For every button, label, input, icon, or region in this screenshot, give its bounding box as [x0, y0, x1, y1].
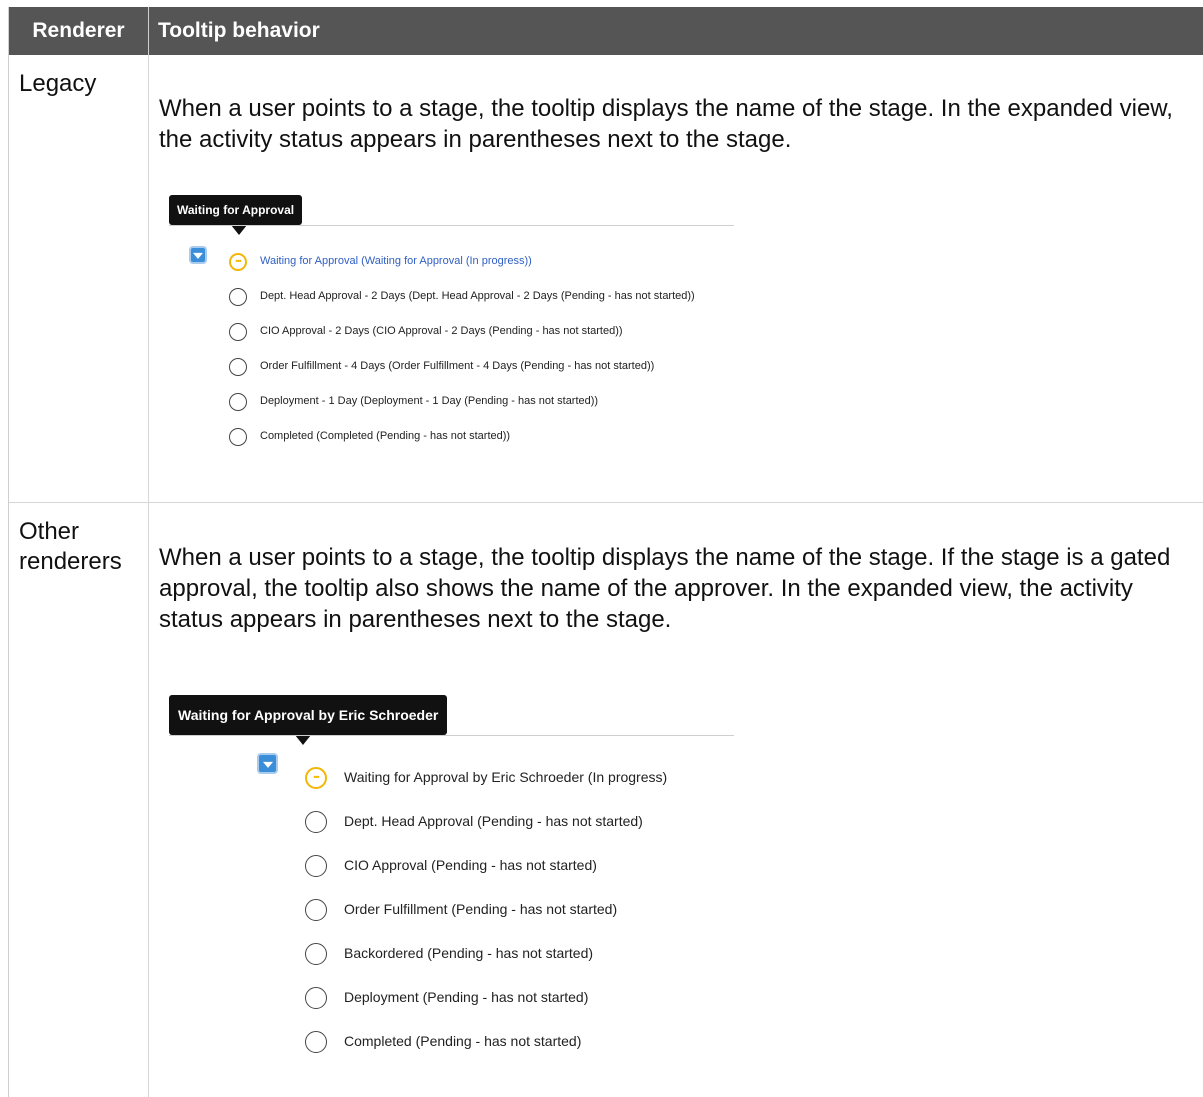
stage-label[interactable]: Order Fulfillment - 4 Days (Order Fulfil… [260, 360, 654, 372]
column-divider [148, 55, 149, 1097]
stage-in-progress-icon[interactable] [229, 253, 247, 271]
stage-label[interactable]: Completed (Completed (Pending - has not … [260, 430, 510, 442]
legacy-collapse-toggle[interactable] [191, 248, 205, 262]
legacy-description: When a user points to a stage, the toolt… [159, 95, 1173, 153]
renderer-other-line2: renderers [19, 548, 122, 575]
other-description: When a user points to a stage, the toolt… [159, 544, 1171, 633]
stage-label[interactable]: Deployment - 1 Day (Deployment - 1 Day (… [260, 395, 598, 407]
renderer-legacy: Legacy [19, 70, 97, 97]
stage-pending-icon[interactable] [229, 358, 247, 376]
stage-pending-icon[interactable] [305, 899, 327, 921]
stage-label[interactable]: Deployment (Pending - has not started) [344, 989, 588, 1005]
header-separator [148, 7, 149, 55]
table-header: Renderer Tooltip behavior [9, 7, 1203, 55]
stage-pending-icon[interactable] [229, 393, 247, 411]
stage-label[interactable]: CIO Approval - 2 Days (CIO Approval - 2 … [260, 325, 623, 337]
stage-label[interactable]: Completed (Pending - has not started) [344, 1033, 581, 1049]
stage-pending-icon[interactable] [305, 943, 327, 965]
other-divider-line [169, 735, 734, 736]
stage-pending-icon[interactable] [305, 1031, 327, 1053]
other-collapse-toggle[interactable] [259, 755, 276, 772]
stage-pending-icon[interactable] [305, 987, 327, 1009]
legacy-tooltip-arrow [231, 225, 247, 235]
legacy-tooltip-text: Waiting for Approval [177, 203, 295, 217]
stage-pending-icon[interactable] [229, 428, 247, 446]
other-stage-screenshot: Waiting for Approval by Eric Schroeder W… [159, 692, 739, 1053]
legacy-tooltip: Waiting for Approval [169, 195, 303, 235]
row-divider [9, 502, 1203, 503]
other-tooltip: Waiting for Approval by Eric Schroeder [169, 695, 448, 745]
other-tooltip-text: Waiting for Approval by Eric Schroeder [178, 707, 439, 723]
renderer-other-line1: Other [19, 518, 80, 545]
other-tooltip-arrow [295, 735, 311, 745]
stage-pending-icon[interactable] [229, 288, 247, 306]
stage-label[interactable]: Waiting for Approval (Waiting for Approv… [260, 255, 532, 267]
stage-label[interactable]: Waiting for Approval by Eric Schroeder (… [344, 769, 667, 785]
stage-pending-icon[interactable] [229, 323, 247, 341]
legacy-divider-line [169, 225, 734, 226]
stage-pending-icon[interactable] [305, 811, 327, 833]
tooltip-behavior-table: Renderer Tooltip behavior Legacy When a … [8, 7, 1203, 1097]
legacy-stage-screenshot: Waiting for Approval Waiting for Approva… [159, 192, 739, 452]
stage-in-progress-icon[interactable] [305, 767, 327, 789]
renderer-other: Other renderers [19, 517, 122, 577]
stage-label[interactable]: Dept. Head Approval (Pending - has not s… [344, 813, 643, 829]
stage-label[interactable]: CIO Approval (Pending - has not started) [344, 857, 597, 873]
stage-label[interactable]: Backordered (Pending - has not started) [344, 945, 593, 961]
stage-pending-icon[interactable] [305, 855, 327, 877]
header-tooltip-behavior: Tooltip behavior [158, 19, 320, 42]
stage-label[interactable]: Dept. Head Approval - 2 Days (Dept. Head… [260, 290, 695, 302]
stage-label[interactable]: Order Fulfillment (Pending - has not sta… [344, 901, 617, 917]
header-renderer: Renderer [32, 19, 125, 42]
